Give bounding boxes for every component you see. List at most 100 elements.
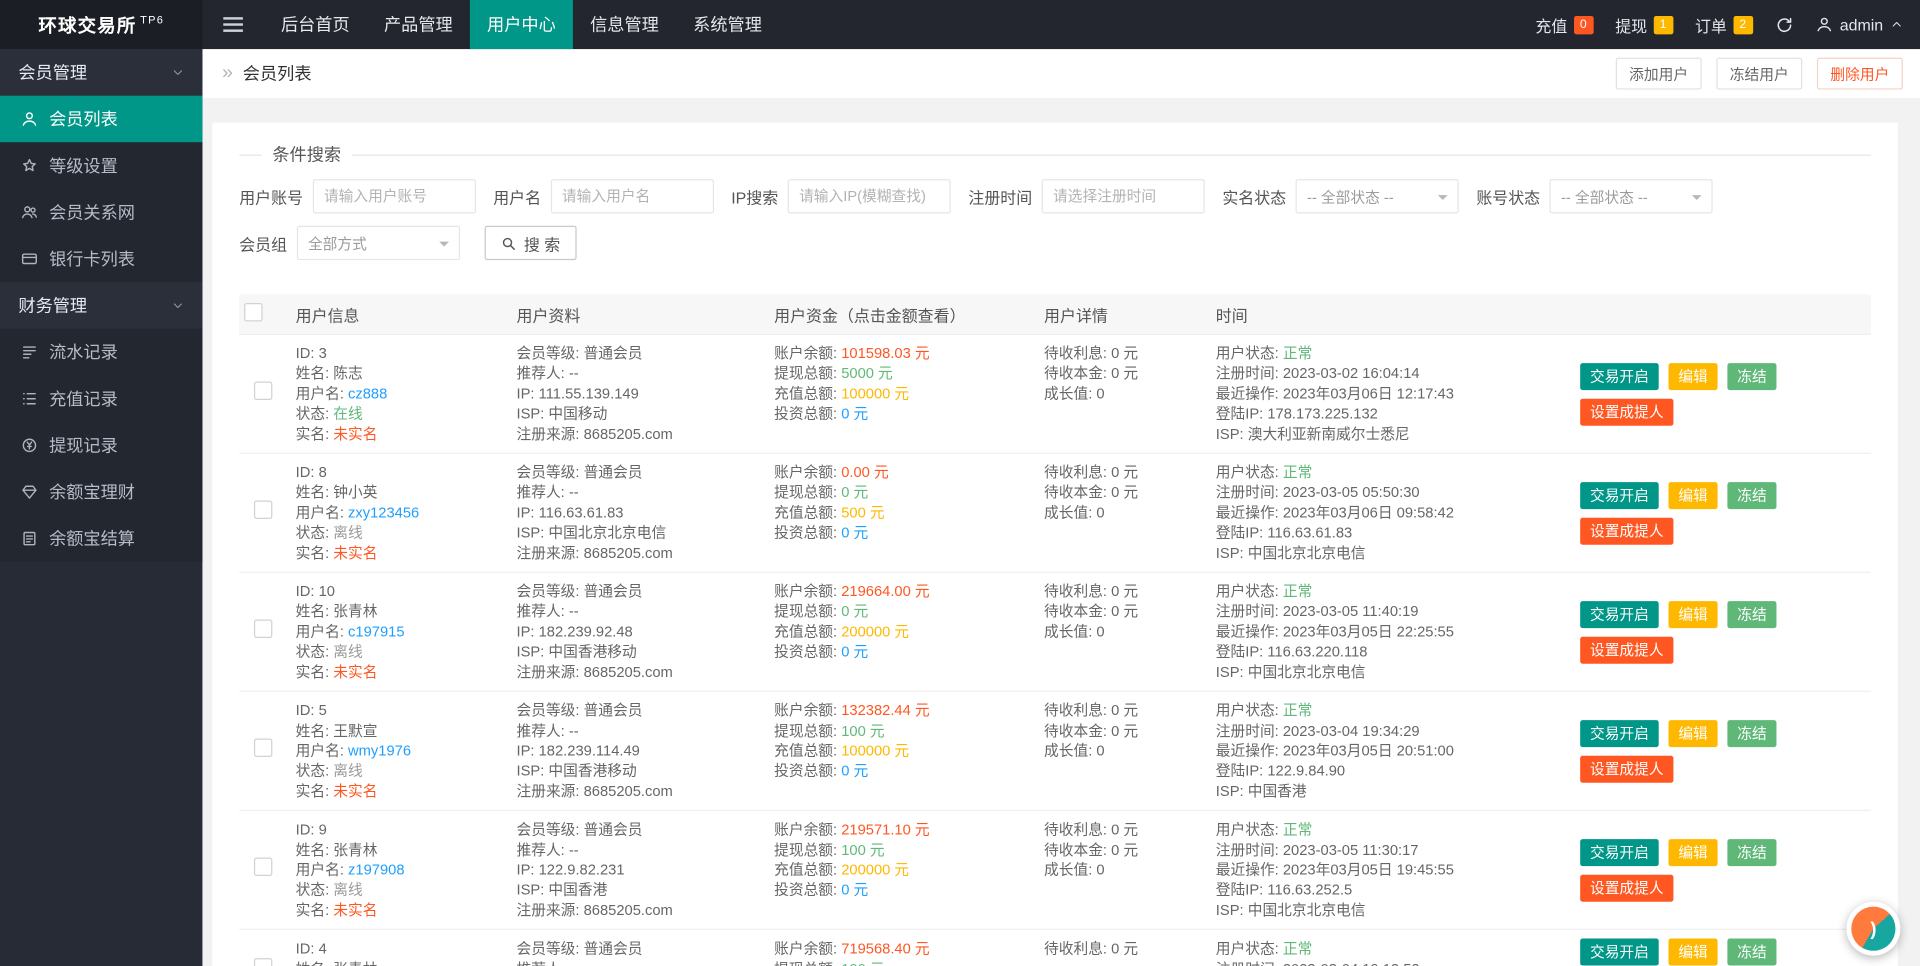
withdraw-value[interactable]: 5000 元 <box>841 365 893 382</box>
name-label: 姓名: <box>295 364 334 383</box>
recharge-value[interactable]: 500 元 <box>841 504 884 521</box>
freeze-button[interactable]: 冻结 <box>1727 719 1777 747</box>
freeze-button[interactable]: 冻结 <box>1727 362 1777 390</box>
trade-open-button[interactable]: 交易开启 <box>1580 600 1659 628</box>
sidebar-item-member-network[interactable]: 会员关系网 <box>0 188 203 236</box>
sidebar-item-member-list[interactable]: 会员列表 <box>0 95 203 143</box>
set-withdrawer-button[interactable]: 设置成提人 <box>1580 755 1674 783</box>
freeze-button[interactable]: 冻结 <box>1727 938 1777 966</box>
ip-input[interactable] <box>788 179 952 214</box>
nav-tab-dashboard[interactable]: 后台首页 <box>264 0 367 49</box>
freeze-button[interactable]: 冻结 <box>1727 838 1777 866</box>
invest-value[interactable]: 0 元 <box>841 643 868 660</box>
balance-value[interactable]: 0.00 元 <box>841 464 888 481</box>
realname-status-select[interactable]: -- 全部状态 -- <box>1295 179 1460 214</box>
recharge-value[interactable]: 200000 元 <box>841 623 909 640</box>
edit-button[interactable]: 编辑 <box>1668 481 1718 509</box>
refresh-icon[interactable] <box>1775 15 1793 33</box>
username-value[interactable]: c197915 <box>348 623 404 640</box>
search-button[interactable]: 搜 索 <box>484 225 577 261</box>
username-input[interactable] <box>550 179 715 214</box>
balance-value[interactable]: 219571.10 元 <box>841 821 929 838</box>
trade-open-button[interactable]: 交易开启 <box>1580 481 1659 509</box>
edit-button[interactable]: 编辑 <box>1668 362 1718 390</box>
balance-value[interactable]: 101598.03 元 <box>841 345 929 362</box>
row-line-reg-time: 注册时间: 2023-03-02 16:04:14 <box>1216 364 1566 384</box>
withdraw-value[interactable]: 0 元 <box>841 484 868 501</box>
username-value[interactable]: wmy1976 <box>348 742 411 759</box>
withdraw-value[interactable]: 100 元 <box>841 841 884 858</box>
sidebar-section-finance-management[interactable]: 财务管理 <box>0 282 203 329</box>
trade-open-button[interactable]: 交易开启 <box>1580 362 1659 390</box>
recharge-value[interactable]: 100000 元 <box>841 385 909 402</box>
username-value[interactable]: zxy123456 <box>348 504 419 521</box>
add-user-button[interactable]: 添加用户 <box>1615 57 1702 90</box>
status-label: 用户状态: <box>1215 582 1283 601</box>
header-shortcut-recharge[interactable]: 充值 0 <box>1535 13 1594 36</box>
set-withdrawer-button[interactable]: 设置成提人 <box>1580 517 1674 545</box>
edit-button[interactable]: 编辑 <box>1668 600 1718 628</box>
edit-button[interactable]: 编辑 <box>1668 838 1718 866</box>
invest-value[interactable]: 0 元 <box>841 881 868 898</box>
row-checkbox[interactable] <box>253 381 273 400</box>
account-status-select[interactable]: -- 全部状态 -- <box>1549 179 1714 214</box>
sidebar-item-flow-records[interactable]: 流水记录 <box>0 328 203 376</box>
sidebar-item-withdraw-records[interactable]: 提现记录 <box>0 422 203 469</box>
nav-tab-system[interactable]: 系统管理 <box>676 0 779 49</box>
recharge-value[interactable]: 200000 元 <box>841 861 909 878</box>
isp-label: ISP: <box>516 405 549 423</box>
recharge-value[interactable]: 100000 元 <box>841 742 909 759</box>
sidebar-item-recharge-records[interactable]: 充值记录 <box>0 375 203 423</box>
nav-tab-products[interactable]: 产品管理 <box>367 0 470 49</box>
search-field-label: 用户账号 <box>239 188 304 207</box>
nav-tab-user-center[interactable]: 用户中心 <box>469 0 573 50</box>
sidebar-item-bank-card-list[interactable]: 银行卡列表 <box>0 235 203 283</box>
row-line-username: 用户名: zxy123456 <box>296 503 507 523</box>
username-value[interactable]: cz888 <box>348 385 387 402</box>
account-input[interactable] <box>312 179 477 214</box>
edit-button[interactable]: 编辑 <box>1668 719 1718 747</box>
set-withdrawer-button[interactable]: 设置成提人 <box>1580 874 1674 902</box>
sidebar-item-level-settings[interactable]: 等级设置 <box>0 142 203 189</box>
edit-button[interactable]: 编辑 <box>1668 938 1718 966</box>
member-group-select[interactable]: 全部方式 <box>296 225 461 261</box>
invest-value[interactable]: 0 元 <box>841 762 868 779</box>
set-withdrawer-button[interactable]: 设置成提人 <box>1580 398 1674 426</box>
row-checkbox[interactable] <box>253 957 273 966</box>
realname-value: 未实名 <box>333 901 378 919</box>
user-menu[interactable]: admin <box>1815 15 1903 34</box>
freeze-button[interactable]: 冻结 <box>1727 481 1777 509</box>
sidebar-item-yuebao-settle[interactable]: 余额宝结算 <box>0 515 203 562</box>
last-op-label: 最近操作: <box>1215 623 1283 641</box>
freeze-button[interactable]: 冻结 <box>1727 600 1777 628</box>
trade-open-button[interactable]: 交易开启 <box>1580 719 1659 747</box>
select-all-checkbox[interactable] <box>244 303 263 322</box>
chat-widget-button[interactable]: ) <box>1846 901 1901 956</box>
row-checkbox[interactable] <box>253 738 273 758</box>
balance-value[interactable]: 219664.00 元 <box>841 583 929 600</box>
set-withdrawer-button[interactable]: 设置成提人 <box>1580 636 1674 664</box>
freeze-user-button[interactable]: 冻结用户 <box>1716 57 1803 90</box>
invest-value[interactable]: 0 元 <box>841 524 868 541</box>
header-shortcut-withdraw[interactable]: 提现 1 <box>1615 13 1673 36</box>
row-checkbox[interactable] <box>253 857 273 877</box>
delete-user-button[interactable]: 删除用户 <box>1816 57 1903 90</box>
balance-value[interactable]: 132382.44 元 <box>841 702 929 719</box>
menu-toggle-button[interactable] <box>212 0 254 49</box>
invest-value[interactable]: 0 元 <box>841 405 868 422</box>
withdraw-value[interactable]: 100 元 <box>841 722 884 739</box>
trade-open-button[interactable]: 交易开启 <box>1580 838 1659 866</box>
row-line-source: 注册来源: 8685205.com <box>516 424 764 444</box>
reg-time-input[interactable] <box>1042 179 1206 214</box>
balance-value[interactable]: 719568.40 元 <box>841 940 929 957</box>
username-value[interactable]: z197908 <box>348 861 404 878</box>
sidebar-item-yuebao-invest[interactable]: 余额宝理财 <box>0 468 203 516</box>
nav-tab-information[interactable]: 信息管理 <box>573 0 676 49</box>
sidebar-section-member-management[interactable]: 会员管理 <box>0 49 203 96</box>
header-shortcut-orders[interactable]: 订单 2 <box>1695 13 1753 36</box>
row-checkbox[interactable] <box>253 619 273 639</box>
trade-open-button[interactable]: 交易开启 <box>1580 938 1659 966</box>
row-checkbox[interactable] <box>253 500 273 520</box>
withdraw-value[interactable]: 100 元 <box>841 960 884 966</box>
withdraw-value[interactable]: 0 元 <box>841 603 868 620</box>
